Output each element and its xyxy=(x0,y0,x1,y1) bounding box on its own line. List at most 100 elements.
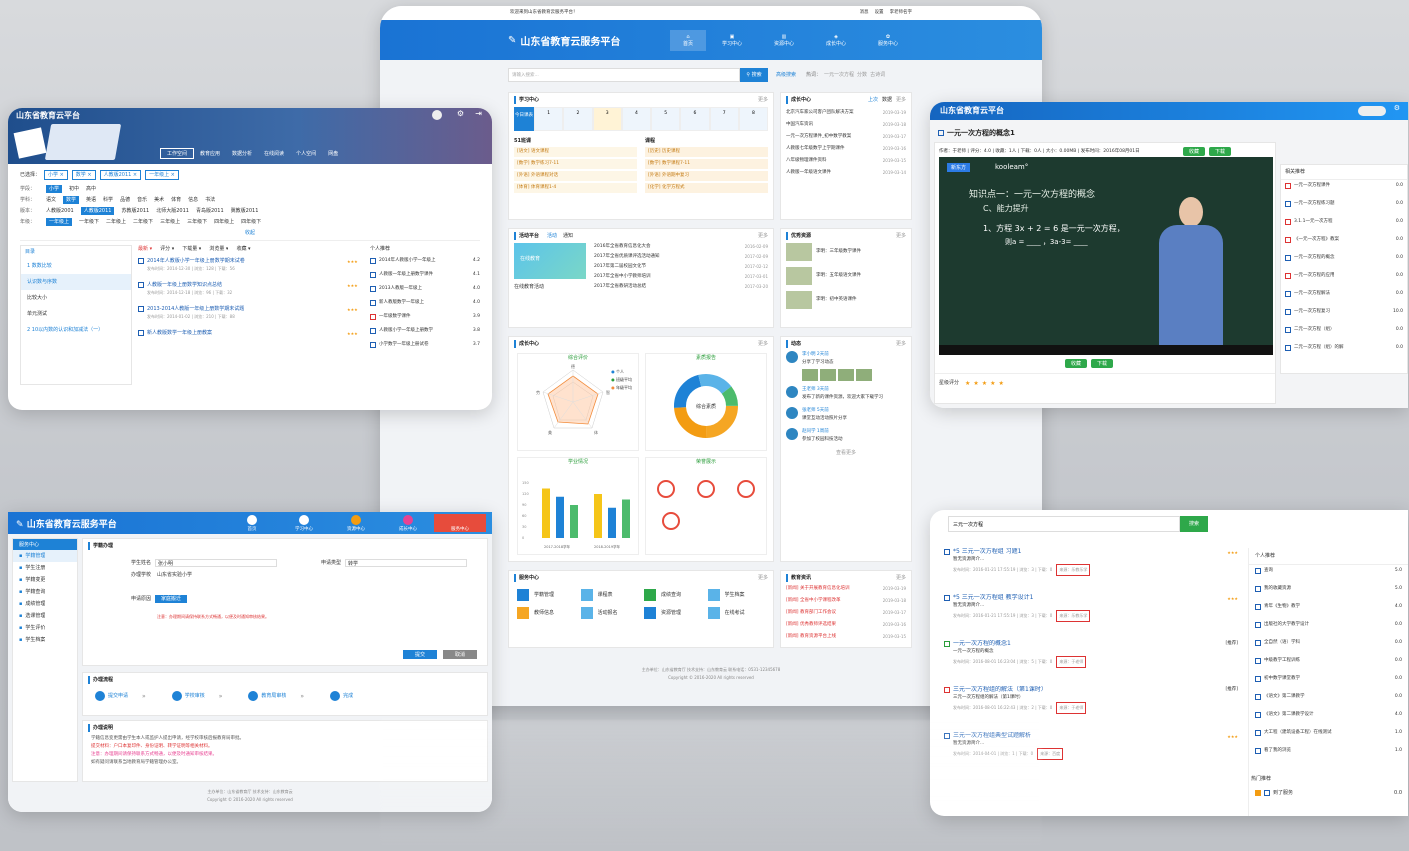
nav-growth[interactable]: ◈ 成长中心 xyxy=(810,34,862,47)
filter-option[interactable]: 科学 xyxy=(103,196,113,204)
schedule-day[interactable]: 7 xyxy=(709,107,739,131)
related-item[interactable]: 一元一次方程复习 10.0 xyxy=(1285,308,1403,316)
form-field-2[interactable]: 转学 xyxy=(345,559,467,567)
submit-button[interactable]: 提交 xyxy=(402,650,437,659)
player-controls[interactable] xyxy=(939,345,1273,355)
search-result[interactable]: *5 三元一次方程组 习题1 ★★★ 暂无资源简介... 发布时间：2016-01-2… xyxy=(936,548,1246,576)
course-item[interactable]: [化学] 化学方程式 xyxy=(645,183,768,193)
recommend-item[interactable]: 人教版小学一年级上册数学 3.8 xyxy=(370,327,480,335)
toc-item[interactable]: 1 数数比较 xyxy=(21,258,131,274)
filter-option[interactable]: 二年级上 xyxy=(106,218,126,226)
photo[interactable] xyxy=(820,369,836,381)
service-item[interactable]: 成绩查询 xyxy=(644,589,702,601)
recommend-item[interactable]: 青年《生物》教学 4.0 xyxy=(1255,603,1402,611)
sidebar-item[interactable]: ▪ 学籍管理 xyxy=(13,550,77,562)
notice-item[interactable]: [新闻] 教育资源平台上线 2019-03-15 xyxy=(786,633,906,641)
service-nav-item[interactable]: 成长中心 xyxy=(382,514,434,532)
resource-logo[interactable]: 山东省教育云平台 xyxy=(16,110,80,121)
filter-option[interactable]: 冀教版2011 xyxy=(231,207,259,215)
selected-chip[interactable]: 一年级上 × xyxy=(145,170,179,180)
recommend-item[interactable]: 查询 5.0 xyxy=(1255,567,1402,575)
search-submit-button[interactable]: 搜索 xyxy=(1180,516,1208,532)
photo[interactable] xyxy=(802,369,818,381)
news-item[interactable]: 北京汽车家公司客户团队解决方案 2019-03-19 xyxy=(786,109,906,117)
hot-word-3[interactable]: 古诗词 xyxy=(870,71,885,79)
activity-tab-1[interactable]: 活动 xyxy=(547,232,557,240)
nav-resource[interactable]: ▥ 资源中心 xyxy=(758,34,810,47)
avatar[interactable] xyxy=(1358,106,1386,116)
search-result[interactable]: *5 三元一次方程组 教学设计1 ★★★ 暂无资源简介... 发布时间：2016-01… xyxy=(936,594,1246,622)
medal-icon[interactable] xyxy=(737,480,755,498)
recommend-item[interactable]: 一年级数学课件 3.9 xyxy=(370,313,480,321)
sort-option[interactable]: 收藏 ▾ xyxy=(236,245,250,253)
download-button[interactable]: 下载 xyxy=(1209,147,1232,156)
form-field-1[interactable]: 张小明 xyxy=(155,559,277,567)
notice-item[interactable]: [新闻] 优秀教师评选结果 2019-03-16 xyxy=(786,621,906,629)
filter-option[interactable]: 品德 xyxy=(120,196,130,204)
service-item[interactable]: 教师信息 xyxy=(517,607,575,619)
video-player[interactable]: 新东方 kooleam° 知识点一：一元一次方程的概念 C、能力提升 1、方程 … xyxy=(939,157,1273,355)
activity-item[interactable]: 2017年第二届校园文化节 2017-02-12 xyxy=(594,263,768,271)
resource-item[interactable]: 2014年人教版小学一年级上册数学期末试卷 ★★★ 发布时间：2014-12-30 … xyxy=(138,257,364,273)
settings-icon[interactable]: ⚙ xyxy=(1394,104,1400,112)
selected-chip[interactable]: 数学 × xyxy=(71,170,96,180)
sidebar-item[interactable]: ▪ 学籍查询 xyxy=(13,586,77,598)
service-item[interactable]: 资源管理 xyxy=(644,607,702,619)
activity-banner[interactable]: 在线教育 xyxy=(514,243,586,279)
resource-tab[interactable]: 数据分析 xyxy=(226,149,258,158)
recommend-item[interactable]: 《语文》第二课教学 0.0 xyxy=(1255,693,1402,701)
dynamic-more-button[interactable]: 查看更多 xyxy=(781,449,911,457)
filter-option[interactable]: 四年级下 xyxy=(241,218,261,226)
nav-study[interactable]: ▣ 学习中心 xyxy=(706,34,758,47)
course-item[interactable]: [外语] 外语课程对话 xyxy=(514,171,637,181)
toc-item[interactable]: 2 10以内数的认识和加减法（一） xyxy=(21,322,131,338)
selected-chip[interactable]: 小学 × xyxy=(44,170,68,180)
course-item[interactable]: [外语] 外语期中复习 xyxy=(645,171,768,181)
service-nav-item[interactable]: 首页 xyxy=(226,514,278,532)
sidebar-item[interactable]: ▪ 学籍变更 xyxy=(13,574,77,586)
service-nav-item[interactable]: 服务中心 xyxy=(434,514,486,532)
growth-more-link[interactable]: 更多 xyxy=(896,96,906,104)
user-name[interactable]: 李老师名字 xyxy=(890,9,913,17)
recommend-item[interactable]: 我的收藏资源 5.0 xyxy=(1255,585,1402,593)
resource-tab[interactable]: 教育应用 xyxy=(194,149,226,158)
filter-option[interactable]: 一年级上 xyxy=(46,218,73,226)
sort-option[interactable]: 最新 ▾ xyxy=(138,245,152,253)
related-item[interactable]: 二元一次方程（组）的解 0.0 xyxy=(1285,344,1403,352)
dynamic-item[interactable]: 张老师 5天前 课堂互动活动照片分享 xyxy=(786,407,906,423)
sort-option[interactable]: 浏览量 ▾ xyxy=(209,245,228,253)
related-item[interactable]: 一元一次方程解法 0.0 xyxy=(1285,290,1403,298)
recommend-item[interactable]: 新人教版数学一年级上 4.0 xyxy=(370,299,480,307)
filter-option[interactable]: 四年级上 xyxy=(214,218,234,226)
related-item[interactable]: 一元一次方程课件 0.0 xyxy=(1285,182,1403,190)
schedule-day[interactable]: 6 xyxy=(680,107,710,131)
settings-link[interactable]: 设置 xyxy=(875,9,884,17)
hot-word-1[interactable]: 一元一次方程 xyxy=(824,71,854,79)
service-item[interactable]: 活动报名 xyxy=(580,607,639,619)
toc-item[interactable]: 单元测试 xyxy=(21,306,131,322)
related-item[interactable]: 一元一次方程练习题 0.0 xyxy=(1285,200,1403,208)
course-item[interactable]: [数学] 数学课程7-11 xyxy=(645,159,768,169)
sidebar-item[interactable]: ▪ 学生注册 xyxy=(13,562,77,574)
course-item[interactable]: [数学] 数学练习7-11 xyxy=(514,159,637,169)
service-nav-item[interactable]: 学习中心 xyxy=(278,514,330,532)
nav-home[interactable]: ⌂ 首页 xyxy=(670,29,706,51)
settings-icon[interactable]: ⚙ xyxy=(457,109,464,118)
sidebar-item[interactable]: ▪ 成绩管理 xyxy=(13,598,77,610)
notice-more[interactable]: 更多 xyxy=(896,574,906,582)
search-query-input[interactable]: 三元一次方程 xyxy=(948,516,1180,532)
activity-item[interactable]: 2017年全省中小学教师培训 2017-03-01 xyxy=(594,273,768,281)
sidebar-item[interactable]: ▪ 学生档案 xyxy=(13,634,77,646)
cancel-button[interactable]: 取消 xyxy=(442,650,477,659)
rating-stars[interactable]: ★★★★★ xyxy=(965,380,1007,387)
service-nav-item[interactable]: 资源中心 xyxy=(330,514,382,532)
activity-item[interactable]: 2017年全省教研活动总结 2017-03-20 xyxy=(594,283,768,291)
resource-item[interactable]: 人教版一年级上册数学知识点总结 ★★★ 发布时间：2014-12-18 | 浏览：9… xyxy=(138,281,364,297)
schedule-day[interactable]: 4 xyxy=(621,107,651,131)
portal-logo[interactable]: ✎ 山东省教育云服务平台 xyxy=(508,33,620,48)
recommend-item[interactable]: 2014年人教版小学一年级上 4.2 xyxy=(370,257,480,265)
search-result[interactable]: 一元一次方程的概念1 [推荐] 一元一次方程的概念 发布时间：2016-08-01 1… xyxy=(936,640,1246,668)
filter-option[interactable]: 三年级下 xyxy=(187,218,207,226)
filter-option[interactable]: 语文 xyxy=(46,196,56,204)
recommend-item[interactable]: 大工程（建筑设备工程）在线测试 1.0 xyxy=(1255,729,1402,737)
